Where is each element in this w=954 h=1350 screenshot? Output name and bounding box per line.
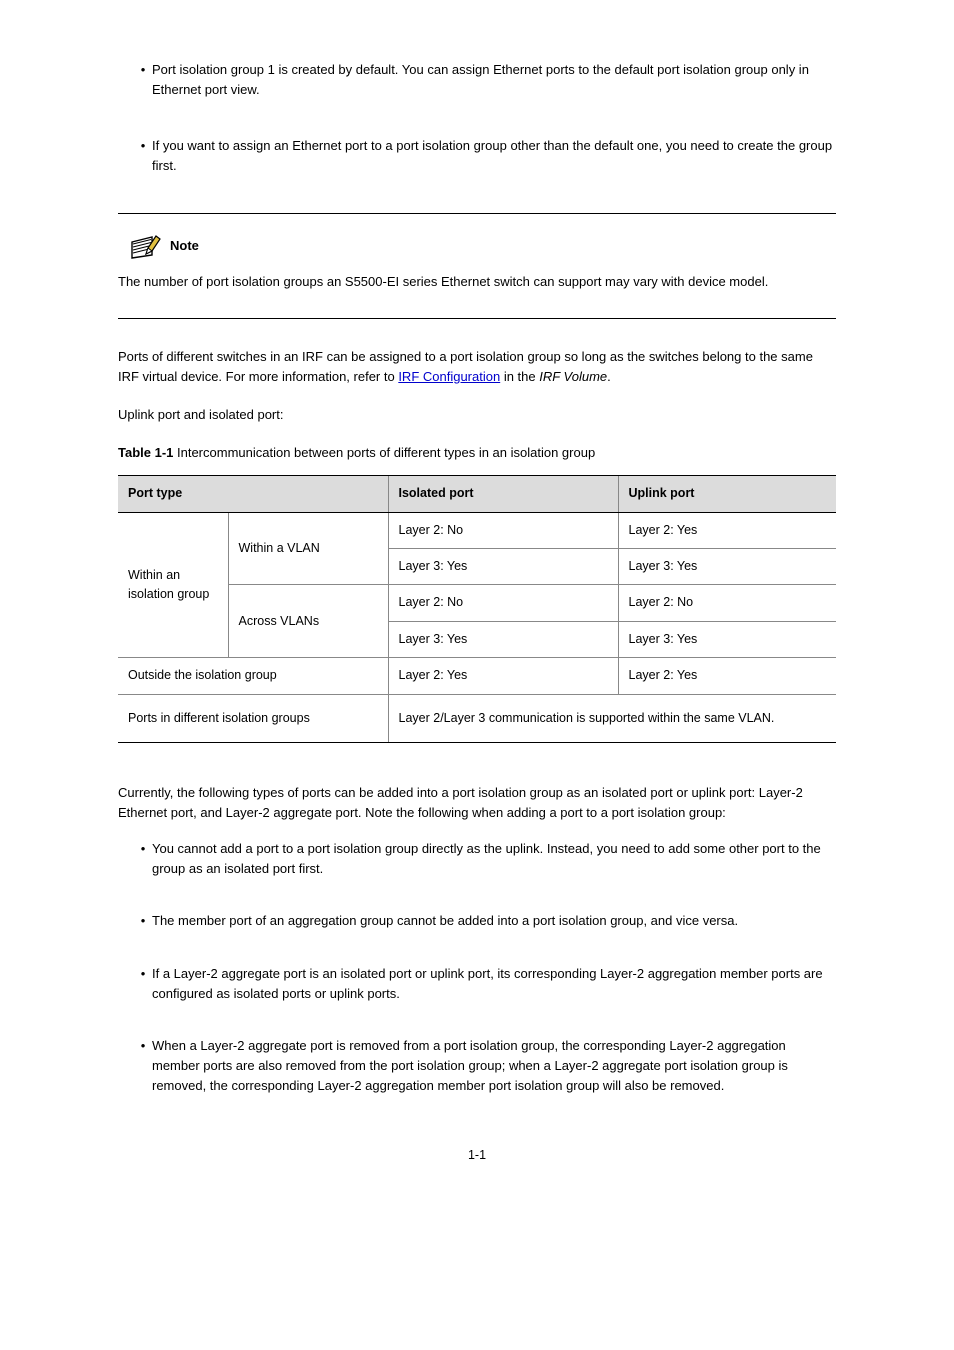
compat-bullet-3: • If a Layer-2 aggregate port is an isol… (134, 964, 836, 1004)
table-row: Ports in different isolation groups Laye… (118, 694, 836, 742)
cell-diff-groups-value: Layer 2/Layer 3 communication is support… (388, 694, 836, 742)
cell-across-vlans: Across VLANs (228, 585, 388, 658)
cell-iso-l3-yes-2: Layer 3: Yes (388, 621, 618, 657)
irf-para-text-3: . (607, 369, 611, 384)
cell-up-l3-yes: Layer 3: Yes (618, 549, 836, 585)
cell-within-vlan: Within a VLAN (228, 512, 388, 585)
irf-volume-italic: IRF Volume (539, 369, 607, 384)
compat-bullet-list: • You cannot add a port to a port isolat… (134, 839, 836, 1096)
compat-heading: Currently, the following types of ports … (118, 783, 836, 823)
intro-bullet-1-text: Port isolation group 1 is created by def… (152, 60, 836, 100)
irf-config-link[interactable]: IRF Configuration (398, 369, 500, 384)
cell-up-l3-yes-2: Layer 3: Yes (618, 621, 836, 657)
intro-bullet-list: • Port isolation group 1 is created by d… (134, 60, 836, 177)
irf-paragraph: Ports of different switches in an IRF ca… (118, 347, 836, 387)
cell-iso-l2-no-2: Layer 2: No (388, 585, 618, 621)
table-title-bold: Table 1-1 (118, 445, 173, 460)
compat-bullet-3-text: If a Layer-2 aggregate port is an isolat… (152, 964, 836, 1004)
bullet-dot: • (134, 964, 152, 1004)
cell-iso-l3-yes: Layer 3: Yes (388, 549, 618, 585)
cell-outside-iso: Layer 2: Yes (388, 658, 618, 694)
cell-up-l2-no: Layer 2: No (618, 585, 836, 621)
th-port-type: Port type (118, 476, 388, 512)
note-body: The number of port isolation groups an S… (118, 272, 836, 292)
irf-para-text-2: in the (500, 369, 539, 384)
table-row: Within an isolation group Within a VLAN … (118, 512, 836, 548)
bullet-dot: • (134, 839, 152, 879)
compat-bullet-2-text: The member port of an aggregation group … (152, 911, 836, 931)
compat-bullet-2: • The member port of an aggregation grou… (134, 911, 836, 931)
th-isolated: Isolated port (388, 476, 618, 512)
cell-diff-groups: Ports in different isolation groups (118, 694, 388, 742)
compat-bullet-1-text: You cannot add a port to a port isolatio… (152, 839, 836, 879)
bullet-dot: • (134, 911, 152, 931)
table-title: Table 1-1 Intercommunication between por… (118, 443, 836, 463)
table-row: Outside the isolation group Layer 2: Yes… (118, 658, 836, 694)
bullet-dot: • (134, 60, 152, 100)
note-header: Note (130, 234, 836, 260)
cell-within-group: Within an isolation group (118, 512, 228, 658)
cell-outside-group: Outside the isolation group (118, 658, 388, 694)
bullet-dot: • (134, 136, 152, 176)
intro-bullet-1: • Port isolation group 1 is created by d… (134, 60, 836, 100)
note-icon (130, 234, 164, 260)
bullet-dot: • (134, 1036, 152, 1096)
page-number: 1-1 (118, 1146, 836, 1165)
cell-outside-up: Layer 2: Yes (618, 658, 836, 694)
intro-bullet-2-text: If you want to assign an Ethernet port t… (152, 136, 836, 176)
note-label: Note (170, 236, 199, 256)
note-block: Note The number of port isolation groups… (118, 213, 836, 319)
compat-bullet-4-text: When a Layer-2 aggregate port is removed… (152, 1036, 836, 1096)
table-title-rest: Intercommunication between ports of diff… (173, 445, 595, 460)
th-uplink: Uplink port (618, 476, 836, 512)
table-header-row: Port type Isolated port Uplink port (118, 476, 836, 512)
intro-bullet-2: • If you want to assign an Ethernet port… (134, 136, 836, 176)
cell-up-l2-yes: Layer 2: Yes (618, 512, 836, 548)
cell-iso-l2-no: Layer 2: No (388, 512, 618, 548)
isolation-table: Port type Isolated port Uplink port With… (118, 475, 836, 743)
compat-bullet-4: • When a Layer-2 aggregate port is remov… (134, 1036, 836, 1096)
uplink-isolated-label: Uplink port and isolated port: (118, 405, 836, 425)
compat-bullet-1: • You cannot add a port to a port isolat… (134, 839, 836, 879)
